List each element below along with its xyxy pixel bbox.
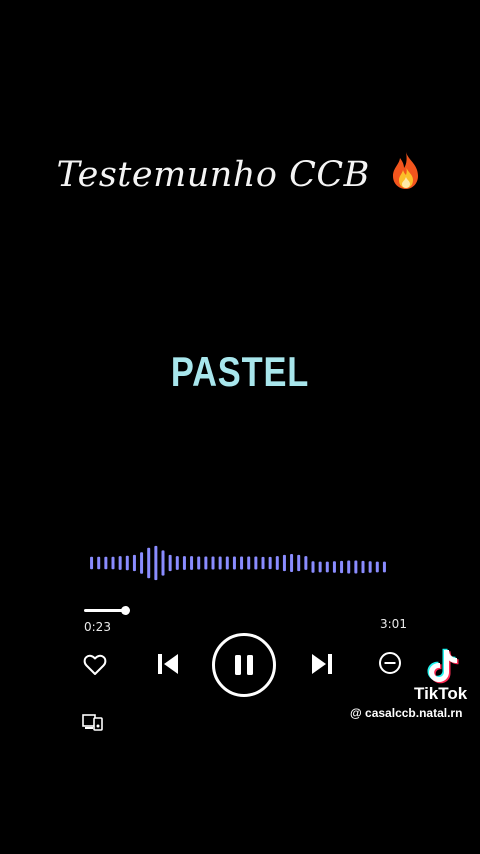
progress-track[interactable] <box>84 610 404 612</box>
skip-next-icon[interactable] <box>306 648 338 680</box>
waveform-bar <box>354 560 358 574</box>
waveform-bar <box>97 556 101 570</box>
waveform-bar <box>197 556 201 570</box>
waveform-bar <box>318 561 322 573</box>
fire-icon <box>388 150 424 199</box>
pause-button[interactable] <box>211 632 277 698</box>
progress-fill <box>84 609 125 612</box>
audio-waveform <box>90 545 386 581</box>
waveform-bar <box>147 547 151 579</box>
waveform-bar <box>225 556 229 570</box>
waveform-bar <box>340 560 344 574</box>
song-name: PASTEL <box>170 348 310 395</box>
progress-handle[interactable] <box>121 606 130 615</box>
waveform-bar <box>311 561 315 573</box>
waveform-bar <box>154 545 158 581</box>
elapsed-time: 0:23 <box>84 620 111 634</box>
tiktok-handle: @ casalccb.natal.rn <box>350 706 463 720</box>
waveform-bar <box>125 555 129 571</box>
waveform-bar <box>132 554 136 572</box>
waveform-bar <box>261 556 265 570</box>
title-text: Testemunho CCB <box>56 155 370 195</box>
waveform-bar <box>140 552 144 574</box>
waveform-bar <box>268 556 272 570</box>
waveform-bar <box>254 556 258 570</box>
waveform-bar <box>218 556 222 570</box>
waveform-bar <box>182 556 186 570</box>
waveform-bar <box>275 556 279 570</box>
waveform-bar <box>325 561 329 573</box>
waveform-bar <box>104 556 108 570</box>
waveform-bar <box>175 556 179 570</box>
waveform-bar <box>297 554 301 572</box>
skip-previous-icon[interactable] <box>152 648 184 680</box>
tiktok-logo-icon <box>424 646 462 686</box>
waveform-bar <box>347 560 351 574</box>
heart-icon[interactable] <box>82 652 108 678</box>
minus-circle-icon[interactable] <box>377 650 403 676</box>
waveform-bar <box>382 561 386 573</box>
waveform-bar <box>247 556 251 570</box>
devices-icon[interactable] <box>82 713 104 731</box>
waveform-bar <box>368 561 372 573</box>
waveform-bar <box>375 561 379 573</box>
video-title: Testemunho CCB <box>0 150 480 199</box>
waveform-bar <box>211 556 215 570</box>
waveform-bar <box>304 556 308 570</box>
waveform-bar <box>90 556 94 570</box>
waveform-bar <box>282 554 286 572</box>
total-time: 3:01 <box>380 617 407 631</box>
waveform-bar <box>204 556 208 570</box>
tiktok-brand: TikTok <box>414 684 468 703</box>
waveform-bar <box>232 556 236 570</box>
waveform-bar <box>332 561 336 573</box>
pause-icon <box>212 633 276 697</box>
waveform-bar <box>361 560 365 574</box>
waveform-bar <box>190 556 194 570</box>
waveform-bar <box>168 554 172 572</box>
waveform-bar <box>118 556 122 570</box>
progress-bar[interactable] <box>84 606 404 615</box>
waveform-bar <box>290 554 294 572</box>
waveform-bar <box>111 556 115 570</box>
waveform-bar <box>161 550 165 576</box>
waveform-bar <box>240 556 244 570</box>
